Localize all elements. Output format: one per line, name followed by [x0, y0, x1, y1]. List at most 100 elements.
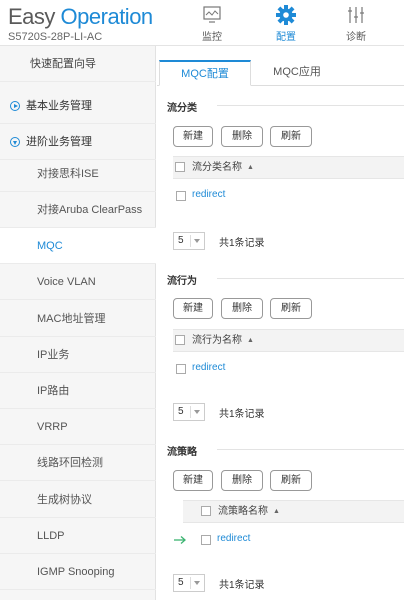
- tab-bar: MQC配置 MQC应用: [157, 60, 404, 86]
- sidebar-item-voice-vlan[interactable]: Voice VLAN: [0, 264, 156, 300]
- classifier-new-button[interactable]: 新建: [173, 126, 213, 147]
- select-divider: [190, 577, 191, 589]
- classifier-refresh-button[interactable]: 刷新: [270, 126, 312, 147]
- tab-mqc-config[interactable]: MQC配置: [159, 60, 251, 86]
- sidebar-item-label: 进阶业务管理: [26, 136, 92, 148]
- sidebar-item-basic-service[interactable]: 基本业务管理: [0, 88, 156, 124]
- sidebar-item-label: IGMP Snooping: [37, 566, 115, 578]
- expand-arrow-icon: [10, 101, 20, 111]
- column-label: 流分类名称: [192, 162, 242, 173]
- policy-delete-button[interactable]: 删除: [221, 470, 263, 491]
- logo-text-easy: Easy: [8, 4, 55, 29]
- section-divider: [217, 105, 404, 106]
- page-size-value: 5: [178, 235, 184, 246]
- collapse-arrow-icon: [10, 137, 20, 147]
- sidebar-item-ip-service[interactable]: IP业务: [0, 337, 156, 373]
- column-label: 流行为名称: [192, 335, 242, 346]
- sidebar-item-cisco-ise[interactable]: 对接思科ISE: [0, 156, 156, 192]
- behavior-record-count: 共1条记录: [219, 409, 265, 420]
- gear-icon: [276, 5, 296, 25]
- sort-asc-icon: ▲: [247, 164, 254, 171]
- classifier-delete-button[interactable]: 删除: [221, 126, 263, 147]
- sidebar-item-stp[interactable]: 生成树协议: [0, 482, 156, 518]
- sidebar-item-label: 线路环回检测: [37, 457, 103, 469]
- behavior-row-checkbox[interactable]: [176, 364, 186, 374]
- section-divider: [217, 278, 404, 279]
- sidebar-item-label: MAC地址管理: [37, 313, 106, 325]
- behavior-column-name[interactable]: 流行为名称 ▲: [192, 330, 254, 351]
- section-divider: [217, 449, 404, 450]
- sort-asc-icon: ▲: [247, 337, 254, 344]
- sidebar-item-ip-routing[interactable]: IP路由: [0, 373, 156, 409]
- sidebar-item-quick-wizard[interactable]: 快速配置向导: [0, 46, 156, 82]
- device-model: S5720S-28P-LI-AC: [8, 31, 103, 43]
- sidebar-item-label: 快速配置向导: [30, 58, 96, 70]
- section-title-behavior: 流行为: [167, 276, 197, 287]
- sidebar-item-advanced-service[interactable]: 进阶业务管理: [0, 124, 156, 160]
- sidebar-item-mac-address[interactable]: MAC地址管理: [0, 301, 156, 337]
- behavior-table-header: 流行为名称 ▲: [173, 329, 404, 352]
- arrow-right-icon: [174, 536, 186, 544]
- section-title-classifier: 流分类: [167, 103, 197, 114]
- classifier-row-checkbox[interactable]: [176, 191, 186, 201]
- sidebar-item-label: LLDP: [37, 530, 65, 542]
- behavior-page-size-select[interactable]: 5: [173, 403, 205, 421]
- nav-config[interactable]: 配置: [256, 0, 316, 46]
- policy-column-name[interactable]: 流策略名称 ▲: [218, 501, 280, 522]
- sidebar-item-vrrp[interactable]: VRRP: [0, 409, 156, 445]
- logo-text-operation: Operation: [60, 4, 154, 29]
- main-content: MQC配置 MQC应用 流分类 新建 删除 刷新 流分类名称 ▲ redirect…: [157, 46, 404, 600]
- policy-new-button[interactable]: 新建: [173, 470, 213, 491]
- nav-diagnose-label: 诊断: [346, 32, 366, 43]
- sidebar: 快速配置向导 基本业务管理 进阶业务管理 对接思科ISE 对接Aruba Cle…: [0, 46, 156, 600]
- classifier-select-all-checkbox[interactable]: [175, 162, 185, 172]
- behavior-row-link[interactable]: redirect: [192, 362, 225, 373]
- classifier-column-name[interactable]: 流分类名称 ▲: [192, 157, 254, 178]
- sidebar-item-igmp-snooping[interactable]: IGMP Snooping: [0, 554, 156, 590]
- chevron-down-icon: [194, 239, 200, 243]
- app-logo: Easy Operation: [8, 4, 153, 30]
- select-divider: [190, 235, 191, 247]
- sidebar-item-label: 基本业务管理: [26, 100, 92, 112]
- policy-row-checkbox[interactable]: [201, 535, 211, 545]
- policy-table-header: 流策略名称 ▲: [183, 500, 404, 523]
- chevron-down-icon: [194, 581, 200, 585]
- page-size-value: 5: [178, 406, 184, 417]
- top-header: Easy Operation S5720S-28P-LI-AC 监控 配置 诊断: [0, 0, 404, 46]
- sidebar-item-label: MQC: [37, 240, 63, 252]
- sidebar-item-label: IP路由: [37, 385, 70, 397]
- sidebar-item-lldp[interactable]: LLDP: [0, 518, 156, 554]
- monitor-icon: [203, 6, 221, 23]
- section-title-policy: 流策略: [167, 447, 197, 458]
- classifier-row-link[interactable]: redirect: [192, 189, 225, 200]
- sidebar-item-mqc[interactable]: MQC: [0, 228, 156, 264]
- sidebar-item-label: 对接Aruba ClearPass: [37, 204, 143, 216]
- classifier-page-size-select[interactable]: 5: [173, 232, 205, 250]
- nav-monitor-label: 监控: [202, 32, 222, 43]
- policy-row-link[interactable]: redirect: [217, 533, 250, 544]
- nav-monitor[interactable]: 监控: [182, 0, 242, 46]
- classifier-table-header: 流分类名称 ▲: [173, 156, 404, 179]
- policy-refresh-button[interactable]: 刷新: [270, 470, 312, 491]
- behavior-delete-button[interactable]: 删除: [221, 298, 263, 319]
- behavior-new-button[interactable]: 新建: [173, 298, 213, 319]
- sidebar-item-label: VRRP: [37, 421, 68, 433]
- policy-select-all-checkbox[interactable]: [201, 506, 211, 516]
- sidebar-item-loopback-detect[interactable]: 线路环回检测: [0, 445, 156, 481]
- sidebar-item-label: 对接思科ISE: [37, 168, 99, 180]
- column-label: 流策略名称: [218, 506, 268, 517]
- nav-diagnose[interactable]: 诊断: [326, 0, 386, 46]
- nav-config-label: 配置: [276, 32, 296, 43]
- policy-record-count: 共1条记录: [219, 580, 265, 591]
- chevron-down-icon: [194, 410, 200, 414]
- policy-page-size-select[interactable]: 5: [173, 574, 205, 592]
- sliders-icon: [348, 7, 364, 23]
- sidebar-item-aruba-clearpass[interactable]: 对接Aruba ClearPass: [0, 192, 156, 228]
- page-size-value: 5: [178, 577, 184, 588]
- behavior-refresh-button[interactable]: 刷新: [270, 298, 312, 319]
- tab-mqc-apply[interactable]: MQC应用: [265, 60, 329, 86]
- behavior-select-all-checkbox[interactable]: [175, 335, 185, 345]
- sidebar-item-label: Voice VLAN: [37, 276, 96, 288]
- sort-asc-icon: ▲: [273, 508, 280, 515]
- select-divider: [190, 406, 191, 418]
